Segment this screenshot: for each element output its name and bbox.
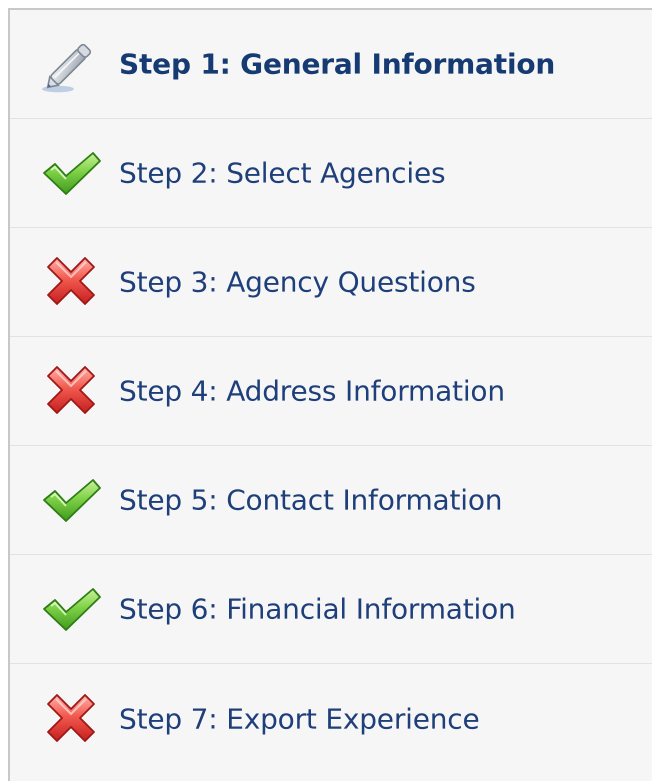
step-address-information[interactable]: Step 4: Address Information bbox=[10, 337, 652, 446]
x-icon bbox=[38, 358, 104, 424]
checkmark-icon bbox=[38, 467, 104, 533]
step-label: Step 5: Contact Information bbox=[119, 483, 503, 517]
step-label: Step 6: Financial Information bbox=[119, 592, 516, 626]
checkmark-icon bbox=[38, 576, 104, 642]
step-agency-questions[interactable]: Step 3: Agency Questions bbox=[10, 228, 652, 337]
step-financial-information[interactable]: Step 6: Financial Information bbox=[10, 555, 652, 664]
step-select-agencies[interactable]: Step 2: Select Agencies bbox=[10, 119, 652, 228]
x-icon bbox=[38, 249, 104, 315]
step-label: Step 3: Agency Questions bbox=[119, 265, 476, 299]
step-label: Step 2: Select Agencies bbox=[119, 156, 446, 190]
step-label: Step 4: Address Information bbox=[119, 374, 505, 408]
step-export-experience[interactable]: Step 7: Export Experience bbox=[10, 664, 652, 773]
wizard-steps-panel: Step 1: General Information Step 2: Sele… bbox=[8, 8, 652, 781]
checkmark-icon bbox=[38, 140, 104, 206]
step-general-information[interactable]: Step 1: General Information bbox=[10, 10, 652, 119]
step-contact-information[interactable]: Step 5: Contact Information bbox=[10, 446, 652, 555]
x-icon bbox=[38, 686, 104, 752]
step-label: Step 7: Export Experience bbox=[119, 702, 480, 735]
pencil-icon bbox=[38, 31, 104, 97]
step-label: Step 1: General Information bbox=[119, 47, 556, 81]
